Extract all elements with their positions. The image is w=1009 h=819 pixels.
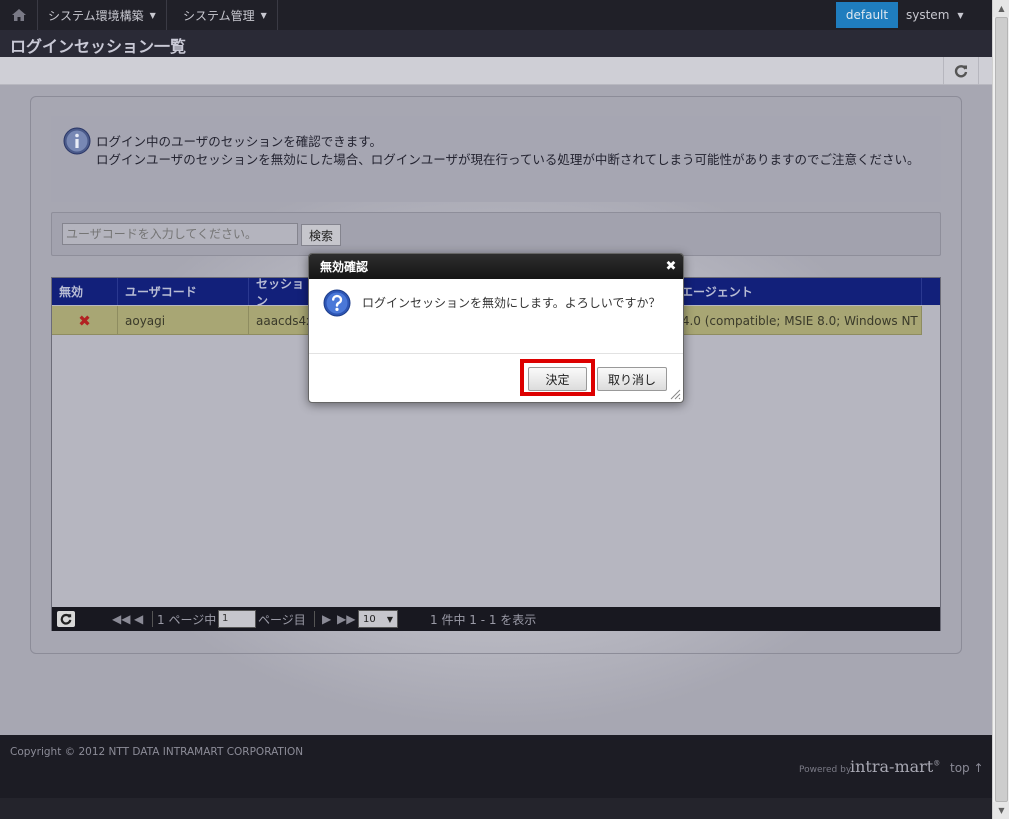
delete-icon: ✖ [78, 311, 91, 330]
scroll-up-icon[interactable]: ▲ [993, 0, 1009, 17]
menu-system-management[interactable]: システム管理 ▼ [173, 0, 278, 30]
copyright-text: Copyright © 2012 NTT DATA INTRAMART CORP… [10, 746, 304, 758]
registered-mark: ® [933, 759, 941, 768]
next-page-icon[interactable]: ▶ [322, 607, 331, 631]
grid-pager: ◀◀ ◀ 1 ページ中 1 ページ目 ▶ ▶▶ 10 ▼ 1 件中 1 - 1 … [52, 607, 940, 631]
column-header-session[interactable]: セッション [249, 277, 309, 308]
caret-down-icon: ▼ [260, 10, 267, 20]
resize-grip-icon[interactable] [669, 388, 681, 400]
page-suffix: ページ目 [258, 612, 306, 627]
bottom-strip [0, 798, 992, 819]
home-icon [11, 9, 26, 21]
user-name: system [906, 8, 950, 22]
scrollbar-thumb[interactable] [995, 17, 1008, 802]
close-icon[interactable]: ✖ [663, 258, 679, 274]
invalidate-session-button[interactable]: ✖ [52, 306, 118, 335]
pager-separator [314, 611, 315, 627]
menu-label: システム管理 [183, 8, 255, 23]
ok-button[interactable]: 決定 [528, 367, 587, 391]
powered-by-text: Powered by [799, 765, 852, 775]
default-button[interactable]: default [836, 2, 898, 28]
back-to-top-link[interactable]: top ↑ [950, 761, 984, 775]
column-header-agent[interactable]: エージェント [674, 278, 922, 305]
search-button[interactable]: 検索 [301, 224, 341, 246]
dialog-title: 無効確認 [309, 254, 683, 279]
caret-down-icon: ▼ [149, 10, 156, 20]
chevron-down-icon: ▼ [386, 614, 393, 624]
menu-system-environment[interactable]: システム環境構築 ▼ [38, 0, 167, 30]
question-icon [323, 289, 351, 317]
cancel-button[interactable]: 取り消し [597, 367, 667, 391]
info-line: ログイン中のユーザのセッションを確認できます。 [96, 134, 383, 149]
rows-per-page-value: 10 [363, 613, 376, 625]
agent-cell: .4.0 (compatible; MSIE 8.0; Windows NT 6… [674, 306, 922, 335]
info-box: ログイン中のユーザのセッションを確認できます。 ログインユーザのセッションを無効… [51, 116, 941, 202]
footer: Copyright © 2012 NTT DATA INTRAMART CORP… [0, 735, 992, 798]
page-prefix: 1 ページ中 [157, 612, 217, 627]
page-title: ログインセッション一覧 [10, 37, 187, 56]
toolbar [0, 57, 992, 85]
pager-summary: 1 件中 1 - 1 を表示 [430, 612, 537, 627]
last-page-icon[interactable]: ▶▶ [337, 607, 355, 631]
vertical-scrollbar[interactable]: ▲ ▼ [992, 0, 1009, 819]
menu-label: システム環境構築 [48, 8, 144, 23]
info-text: ログイン中のユーザのセッションを確認できます。 ログインユーザのセッションを無効… [96, 133, 926, 169]
info-line: ログインユーザのセッションを無効にした場合、ログインユーザが現在行っている処理が… [96, 152, 920, 167]
info-icon [63, 127, 91, 155]
dialog-divider [309, 353, 683, 354]
column-header-invalid[interactable]: 無効 [52, 278, 118, 305]
refresh-icon [954, 65, 968, 78]
session-cell: aaacds4x [249, 306, 309, 335]
user-code-cell: aoyagi [118, 306, 249, 335]
intra-mart-logo: intra-mart® [850, 757, 940, 776]
previous-page-icon[interactable]: ◀ [134, 607, 143, 631]
caret-down-icon: ▼ [957, 10, 964, 20]
pager-refresh-button[interactable] [57, 611, 75, 627]
title-bar: ログインセッション一覧 [0, 30, 992, 57]
scroll-down-icon[interactable]: ▼ [993, 802, 1009, 819]
search-area: 検索 [51, 212, 941, 256]
refresh-button[interactable] [943, 57, 979, 85]
pager-separator [152, 611, 153, 627]
rows-per-page-select[interactable]: 10 ▼ [358, 610, 398, 628]
logo-text: intra-mart [850, 757, 934, 776]
page-number-input[interactable]: 1 [218, 610, 256, 628]
column-header-user-code[interactable]: ユーザコード [118, 278, 249, 305]
user-code-search-input[interactable] [62, 223, 298, 245]
confirm-dialog: 無効確認 ✖ ログインセッションを無効にします。よろしいですか？ 決定 取り消し [308, 253, 684, 403]
refresh-icon [60, 613, 72, 625]
dialog-message: ログインセッションを無効にします。よろしいですか？ [362, 296, 661, 310]
home-button[interactable] [0, 0, 38, 30]
top-nav-bar: システム環境構築 ▼ システム管理 ▼ default system ▼ [0, 0, 992, 30]
first-page-icon[interactable]: ◀◀ [112, 607, 130, 631]
user-menu[interactable]: system ▼ [906, 0, 964, 30]
